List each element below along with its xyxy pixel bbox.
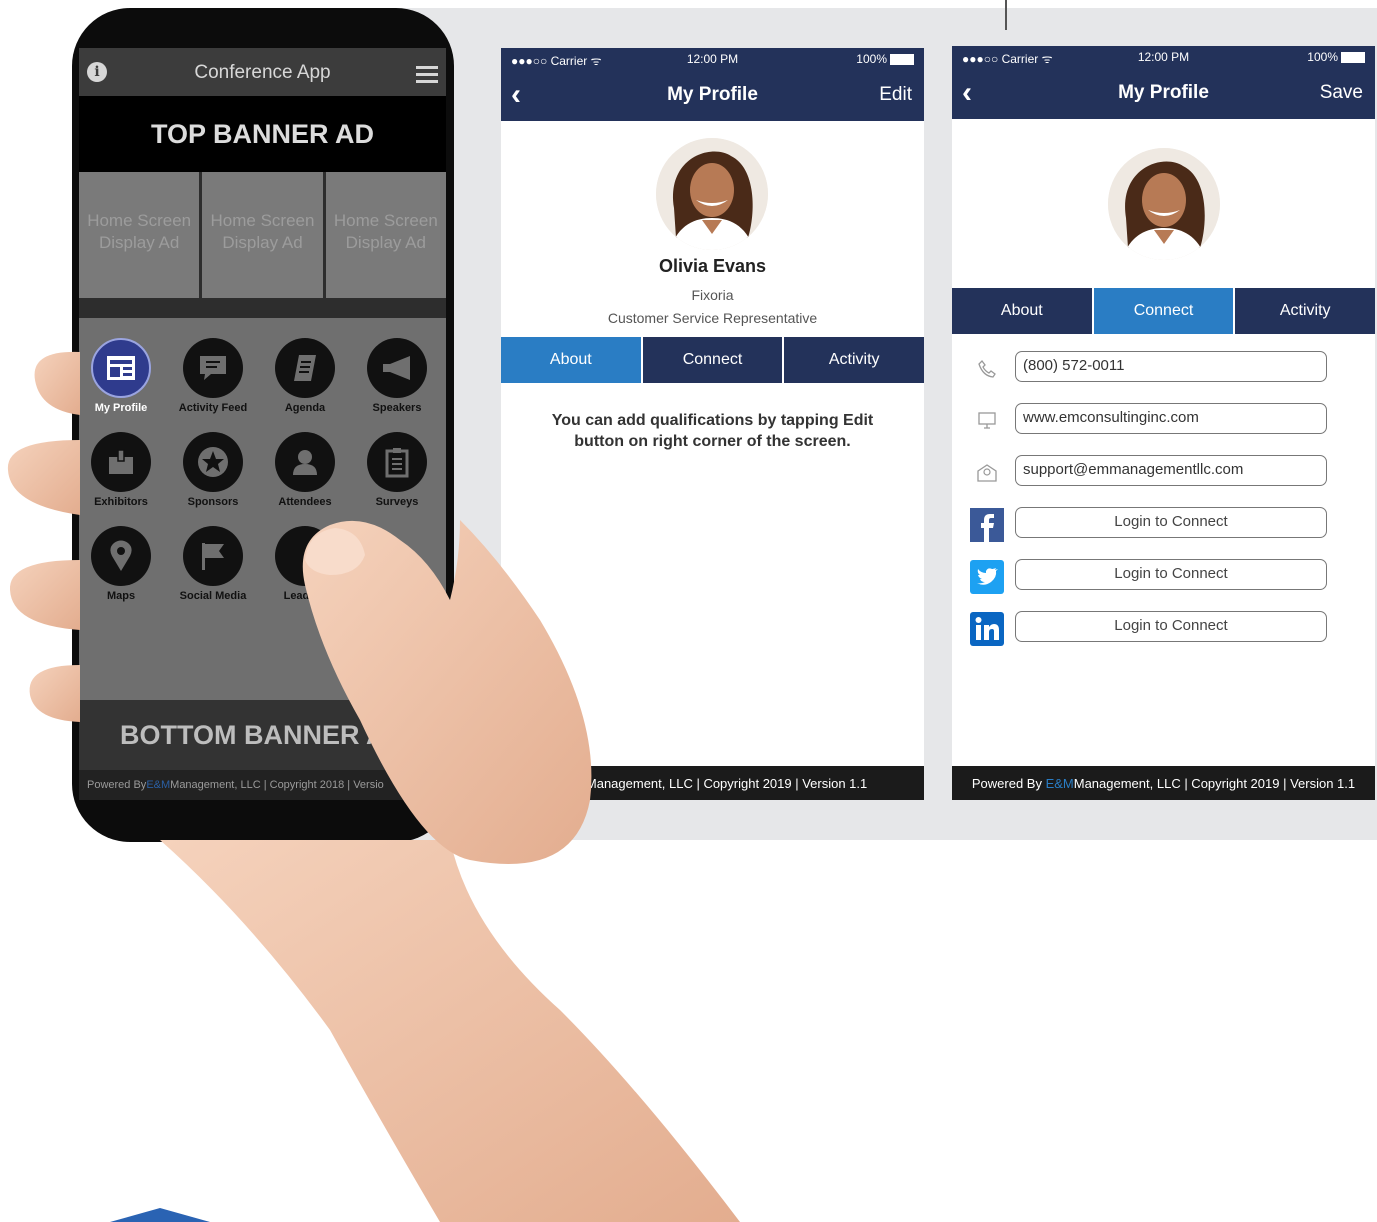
agenda-icon [275, 338, 335, 398]
menu-item-agenda[interactable]: Agenda [259, 338, 351, 414]
display-ad[interactable]: Home Screen Display Ad [202, 172, 326, 318]
bottom-banner-ad[interactable]: BOTTOM BANNER AD [79, 700, 446, 770]
linkedin-icon[interactable] [970, 612, 1004, 646]
display-ad[interactable]: Home Screen Display Ad [79, 172, 203, 318]
page-title: My Profile [1118, 82, 1209, 103]
menu-item-sponsors[interactable]: Sponsors [167, 432, 259, 508]
website-row: www.emconsultinginc.com [952, 401, 1375, 437]
menu-item-exhibitors[interactable]: Exhibitors [79, 432, 167, 508]
app-title: Conference App [194, 62, 331, 83]
menu-item-speakers[interactable]: Speakers [351, 338, 443, 414]
phone-icon [970, 352, 1004, 386]
facebook-login-button[interactable]: Login to Connect [1015, 507, 1327, 538]
badge-icon [91, 432, 151, 492]
tab-about[interactable]: About [501, 337, 643, 383]
profile-connect-screen: ●●●○○ Carrier ᯤ 12:00 PM 100% ‹ My Profi… [952, 46, 1375, 800]
linkedin-row: Login to Connect [952, 609, 1375, 646]
app-header: i Conference App [79, 48, 446, 96]
profile-company: Fixoria [691, 287, 734, 303]
profile-tabs: About Connect Activity [952, 288, 1375, 334]
clipboard-icon [367, 432, 427, 492]
footer-brand: E&M [557, 775, 586, 791]
facebook-icon[interactable] [970, 508, 1004, 542]
tab-activity[interactable]: Activity [1235, 288, 1375, 334]
menu-item-social-media[interactable]: Social Media [167, 526, 259, 602]
twitter-row: Login to Connect [952, 557, 1375, 594]
flag-icon [183, 526, 243, 586]
monitor-icon [970, 404, 1004, 438]
nav-bar: ●●●○○ Carrier ᯤ 12:00 PM 100% ‹ My Profi… [952, 46, 1375, 119]
tab-connect[interactable]: Connect [1093, 288, 1236, 334]
home-screen: i Conference App TOP BANNER AD Home Scre… [79, 48, 446, 800]
profile-tabs: About Connect Activity [501, 337, 924, 383]
menu-item-activity-feed[interactable]: Activity Feed [167, 338, 259, 414]
phone-row: (800) 572-0011 [952, 349, 1375, 385]
footer-text: Management, LLC | Copyright 2019 | Versi… [1073, 775, 1356, 791]
tab-connect[interactable]: Connect [643, 337, 785, 383]
twitter-login-button[interactable]: Login to Connect [1015, 559, 1327, 590]
menu-item-my-profile[interactable]: My Profile [79, 338, 167, 414]
menu-item-leaderboard[interactable]: Leaderb [259, 526, 351, 602]
status-battery: 100% [1307, 50, 1365, 68]
map-pin-icon [91, 526, 151, 586]
footer-prefix: Powered By [971, 775, 1042, 791]
divider-line [1005, 0, 1007, 30]
profile-icon [91, 338, 151, 398]
display-ads: Home Screen Display Ad Home Screen Displ… [79, 172, 446, 318]
save-button[interactable]: Save [1320, 82, 1363, 104]
phone-field[interactable]: (800) 572-0011 [1015, 351, 1327, 382]
person-icon [275, 432, 335, 492]
battery-icon [1341, 52, 1365, 64]
leaderboard-icon [275, 526, 335, 586]
twitter-icon[interactable] [970, 560, 1004, 594]
menu-item-maps[interactable]: Maps [79, 526, 167, 602]
tab-about[interactable]: About [952, 288, 1094, 334]
chat-icon [183, 338, 243, 398]
about-message: You can add qualifications by tapping Ed… [551, 412, 874, 450]
top-banner-ad[interactable]: TOP BANNER AD [79, 96, 446, 172]
nav-bar: ●●●○○ Carrier ᯤ 12:00 PM 100% ‹ My Profi… [501, 48, 924, 121]
footer-text: Management, LLC | Copyright 2019 | Versi… [585, 775, 868, 791]
avatar [1108, 148, 1220, 260]
tab-activity[interactable]: Activity [784, 337, 924, 383]
linkedin-login-button[interactable]: Login to Connect [1015, 611, 1327, 642]
email-field[interactable]: support@emmanagementllc.com [1015, 455, 1327, 486]
display-ad[interactable]: Home Screen Display Ad [325, 172, 446, 318]
footer-brand: E&M [1045, 775, 1074, 791]
footer: Powered By E&M Management, LLC | Copyrig… [79, 770, 446, 800]
avatar [656, 138, 768, 250]
battery-icon [890, 54, 914, 66]
profile-about-screen: ●●●○○ Carrier ᯤ 12:00 PM 100% ‹ My Profi… [501, 48, 924, 800]
megaphone-icon [367, 338, 427, 398]
facebook-row: Login to Connect [952, 505, 1375, 542]
hamburger-menu-icon[interactable] [416, 66, 438, 87]
email-row: support@emmanagementllc.com [952, 453, 1375, 489]
profile-role: Customer Service Representative [607, 310, 818, 326]
footer: Powered By E&M Management, LLC | Copyrig… [952, 766, 1375, 800]
profile-name: Olivia Evans [658, 256, 767, 276]
star-icon [183, 432, 243, 492]
status-battery: 100% [856, 52, 914, 70]
website-field[interactable]: www.emconsultinginc.com [1015, 403, 1327, 434]
edit-button[interactable]: Edit [879, 84, 912, 106]
decorative-shape [110, 1208, 210, 1222]
email-icon [970, 456, 1004, 490]
menu-item-surveys[interactable]: Surveys [351, 432, 443, 508]
footer: E&M Management, LLC | Copyright 2019 | V… [501, 766, 924, 800]
page-title: My Profile [667, 84, 758, 105]
menu-item-attendees[interactable]: Attendees [259, 432, 351, 508]
